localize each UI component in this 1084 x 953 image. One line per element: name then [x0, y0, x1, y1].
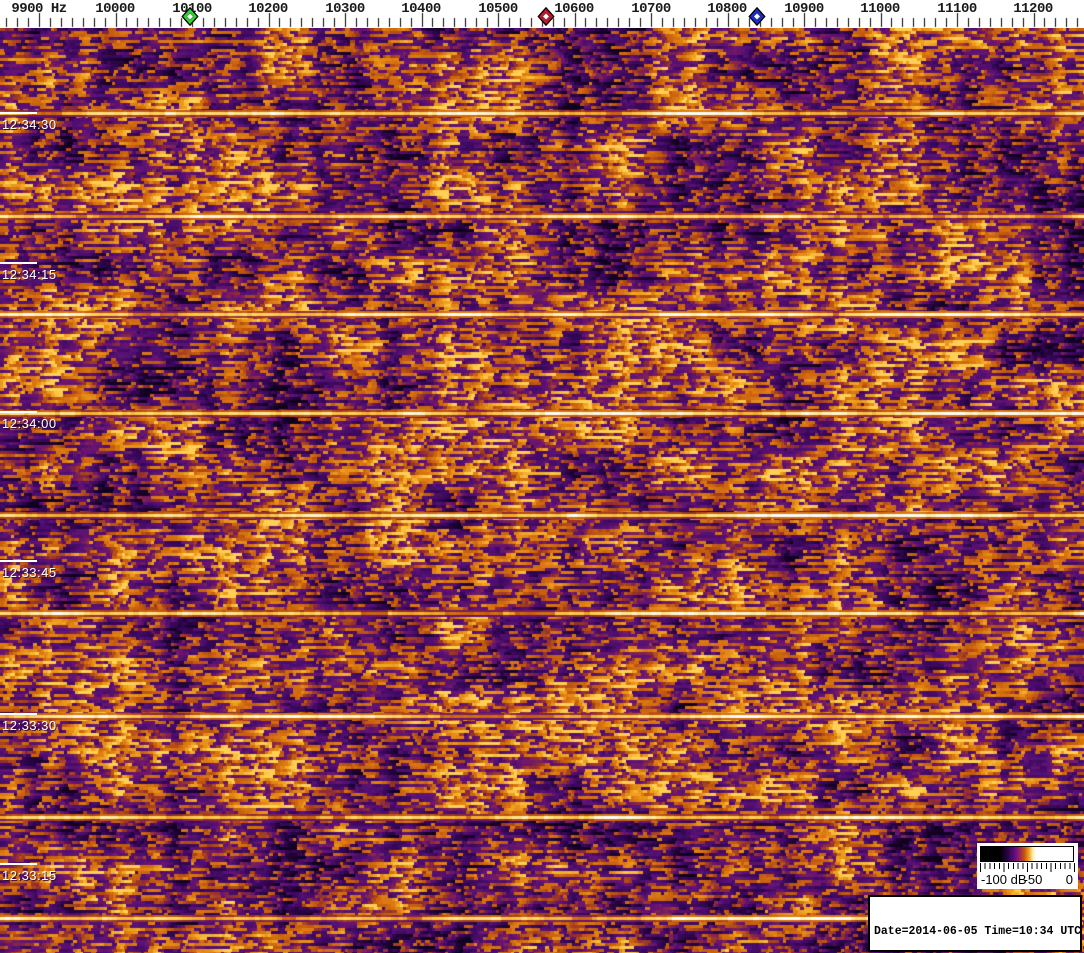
info-line-date-time: Date=2014-06-05 Time=10:34 UTC: [874, 925, 1082, 938]
colorbar-label-min: -100 dB: [981, 872, 1027, 887]
colorbar-gradient: [980, 846, 1074, 862]
freq-axis-label-10700: 10700: [631, 1, 671, 17]
freq-axis-label-9900-Hz: 9900 Hz: [11, 1, 67, 17]
freq-axis-label-10800: 10800: [707, 1, 747, 17]
spectrogram-screen: 12:34:30 12:34:15 12:34:00 12:33:45 12:33:30…: [0, 0, 1084, 953]
freq-axis-label-10300: 10300: [325, 1, 365, 17]
colorbar-ruler-major-ticks: [980, 863, 1075, 872]
colorbar-label-mid: -50: [1023, 872, 1043, 887]
info-box: Date=2014-06-05 Time=10:34 UTC Freq=143 …: [868, 895, 1082, 952]
time-tick-123400: [0, 411, 37, 413]
time-tick-123345: [0, 560, 37, 562]
time-label-123415: 12:34:15: [2, 267, 57, 282]
colorbar-panel: -100 dB -50 0: [977, 843, 1078, 889]
time-label-123400: 12:34:00: [2, 416, 57, 431]
frequency-axis: 9900 Hz 10000 10100 10200 10300 10400 10500 106…: [0, 0, 1084, 28]
freq-axis-label-11100: 11100: [937, 1, 977, 17]
time-label-123315: 12:33:15: [2, 868, 57, 883]
time-label-123430: 12:34:30: [2, 117, 57, 132]
time-tick-123330: [0, 713, 37, 715]
freq-axis-label-10500: 10500: [478, 1, 518, 17]
colorbar-labels: -100 dB -50 0: [977, 872, 1078, 888]
time-tick-123415: [0, 262, 37, 264]
time-label-123330: 12:33:30: [2, 718, 57, 733]
spectrogram-waterfall-canvas: [0, 28, 1084, 953]
freq-axis-label-10600: 10600: [554, 1, 594, 17]
freq-axis-label-10400: 10400: [401, 1, 441, 17]
red-diamond-marker[interactable]: [537, 6, 555, 27]
time-tick-123430: [0, 112, 37, 114]
freq-axis-label-11000: 11000: [860, 1, 900, 17]
freq-axis-label-11200: 11200: [1013, 1, 1053, 17]
freq-axis-label-10000: 10000: [95, 1, 135, 17]
freq-axis-label-10200: 10200: [248, 1, 288, 17]
time-label-123345: 12:33:45: [2, 565, 57, 580]
time-tick-123315: [0, 863, 37, 865]
blue-diamond-marker[interactable]: [748, 6, 766, 27]
freq-axis-label-10900: 10900: [784, 1, 824, 17]
green-diamond-marker[interactable]: [181, 6, 199, 27]
colorbar-label-max: 0: [1065, 872, 1073, 887]
